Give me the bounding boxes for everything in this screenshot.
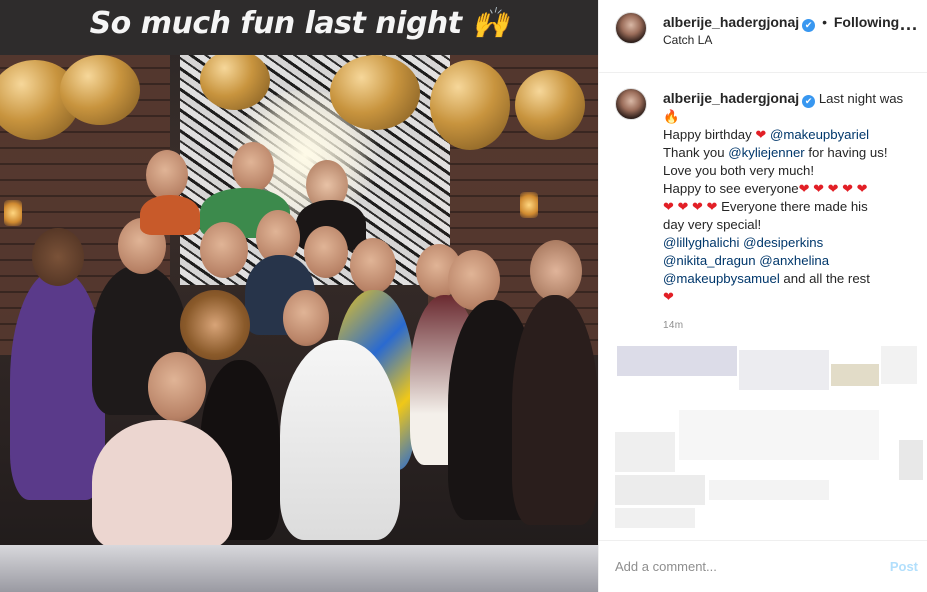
person-head <box>180 290 250 360</box>
gold-balloon <box>200 50 270 110</box>
heart-icon: ❤ <box>663 289 674 304</box>
caption-line: @makeupbysamuel and all the rest <box>663 270 923 288</box>
post-details-panel: alberije_hadergjonaj ✔ • Following Catch … <box>598 0 927 592</box>
mention-link[interactable]: @desiperkins <box>743 235 823 250</box>
caption-line: @lillyghalichi @desiperkins <box>663 234 923 252</box>
person <box>512 295 598 525</box>
mention-link[interactable]: @anxhelina <box>759 253 829 268</box>
person-head <box>304 226 348 278</box>
following-button[interactable]: Following <box>834 14 899 30</box>
person <box>10 270 105 500</box>
heart-icon: ❤ ❤ ❤ ❤ <box>663 199 718 214</box>
verified-badge-icon: ✔ <box>802 95 816 108</box>
pixelated-block <box>617 346 737 376</box>
person-head <box>283 290 329 346</box>
more-options-icon[interactable]: ... <box>900 14 918 35</box>
post-comment-button[interactable]: Post <box>890 559 918 574</box>
person-head <box>350 238 396 294</box>
caption-text: Happy to see everyone <box>663 181 799 196</box>
caption-line: Thank you @kyliejenner for having us! <box>663 144 923 162</box>
caption-line: day very special! <box>663 216 923 234</box>
person-head <box>32 228 84 286</box>
pixelated-block <box>615 508 695 528</box>
person <box>92 420 232 550</box>
caption-line: 🔥 <box>663 108 923 126</box>
person <box>140 195 200 235</box>
heart-icon: ❤ <box>755 127 767 142</box>
username-link[interactable]: alberije_hadergjonaj <box>663 90 799 106</box>
caption-text: for having us! <box>804 145 888 160</box>
verified-badge-icon: ✔ <box>802 19 816 32</box>
wall-lamp <box>520 192 538 218</box>
pixelated-block <box>615 432 675 472</box>
location-link[interactable]: Catch LA <box>663 33 712 47</box>
fire-icon: 🔥 <box>663 109 680 124</box>
caption-lines: 🔥 Happy birthday ❤ @makeupbyariel Thank yo… <box>663 108 923 306</box>
person-head <box>200 222 248 278</box>
caption-text: Thank you <box>663 145 729 160</box>
mention-link[interactable]: @kyliejenner <box>728 145 804 160</box>
caption-line: Happy to see everyone❤ ❤ ❤ ❤ ❤ <box>663 180 923 198</box>
caption-line: alberije_hadergjonaj ✔ Last night was <box>663 89 923 108</box>
separator-dot: • <box>822 14 827 30</box>
raising-hands-icon: 🙌 <box>471 6 509 41</box>
post-header: alberije_hadergjonaj ✔ • Following Catch … <box>599 0 927 73</box>
header-user-row: alberije_hadergjonaj ✔ • Following <box>663 14 899 32</box>
caption-text: Love you both very much! <box>663 163 815 178</box>
table <box>0 545 598 592</box>
caption-line: Love you both very much! <box>663 162 923 180</box>
blurred-comments <box>599 340 927 535</box>
pixelated-block <box>679 410 879 460</box>
person <box>280 340 400 540</box>
story-overlay-text: So much fun last night 🙌 <box>0 6 598 41</box>
story-overlay-label: So much fun last night <box>89 6 463 41</box>
post-timestamp[interactable]: 14m <box>663 320 683 331</box>
caption-text: Happy birthday <box>663 127 756 142</box>
mention-link[interactable]: @makeupbysamuel <box>663 271 780 286</box>
post-photo[interactable]: So much fun last night 🙌 <box>0 0 598 592</box>
pixelated-block <box>709 480 829 500</box>
heart-icon: ❤ ❤ ❤ ❤ ❤ <box>798 181 868 196</box>
avatar[interactable] <box>615 12 647 44</box>
mention-link[interactable]: @nikita_dragun <box>663 253 756 268</box>
caption-text: day very special! <box>663 217 762 232</box>
caption-line: Happy birthday ❤ @makeupbyariel <box>663 126 923 144</box>
pixelated-block <box>881 346 917 384</box>
caption-text: Last night was <box>818 91 904 106</box>
pixelated-block <box>831 364 879 386</box>
gold-balloon <box>515 70 585 140</box>
gold-balloon <box>330 55 420 130</box>
caption-line: @nikita_dragun @anxhelina <box>663 252 923 270</box>
gold-balloon <box>60 55 140 125</box>
gold-balloon <box>430 60 510 150</box>
caption-text: and all the rest <box>779 271 870 286</box>
wall-lamp <box>4 200 22 226</box>
caption-body: alberije_hadergjonaj ✔ Last night was 🔥 Ha… <box>663 89 923 306</box>
person-head <box>146 150 188 200</box>
mention-link[interactable]: @lillyghalichi <box>663 235 739 250</box>
caption-line: ❤ <box>663 288 923 306</box>
comment-input[interactable] <box>615 559 865 574</box>
person-head <box>530 240 582 302</box>
comment-bar: Post <box>599 540 927 592</box>
caption-line: ❤ ❤ ❤ ❤ Everyone there made his <box>663 198 923 216</box>
pixelated-block <box>739 350 829 390</box>
username-link[interactable]: alberije_hadergjonaj <box>663 14 799 30</box>
mention-link[interactable]: @makeupbyariel <box>766 127 869 142</box>
pixelated-block <box>899 440 923 480</box>
pixelated-block <box>615 475 705 505</box>
caption-text: Everyone there made his <box>717 199 868 214</box>
person-head <box>232 142 274 192</box>
person-head <box>148 352 206 422</box>
avatar[interactable] <box>615 88 647 120</box>
